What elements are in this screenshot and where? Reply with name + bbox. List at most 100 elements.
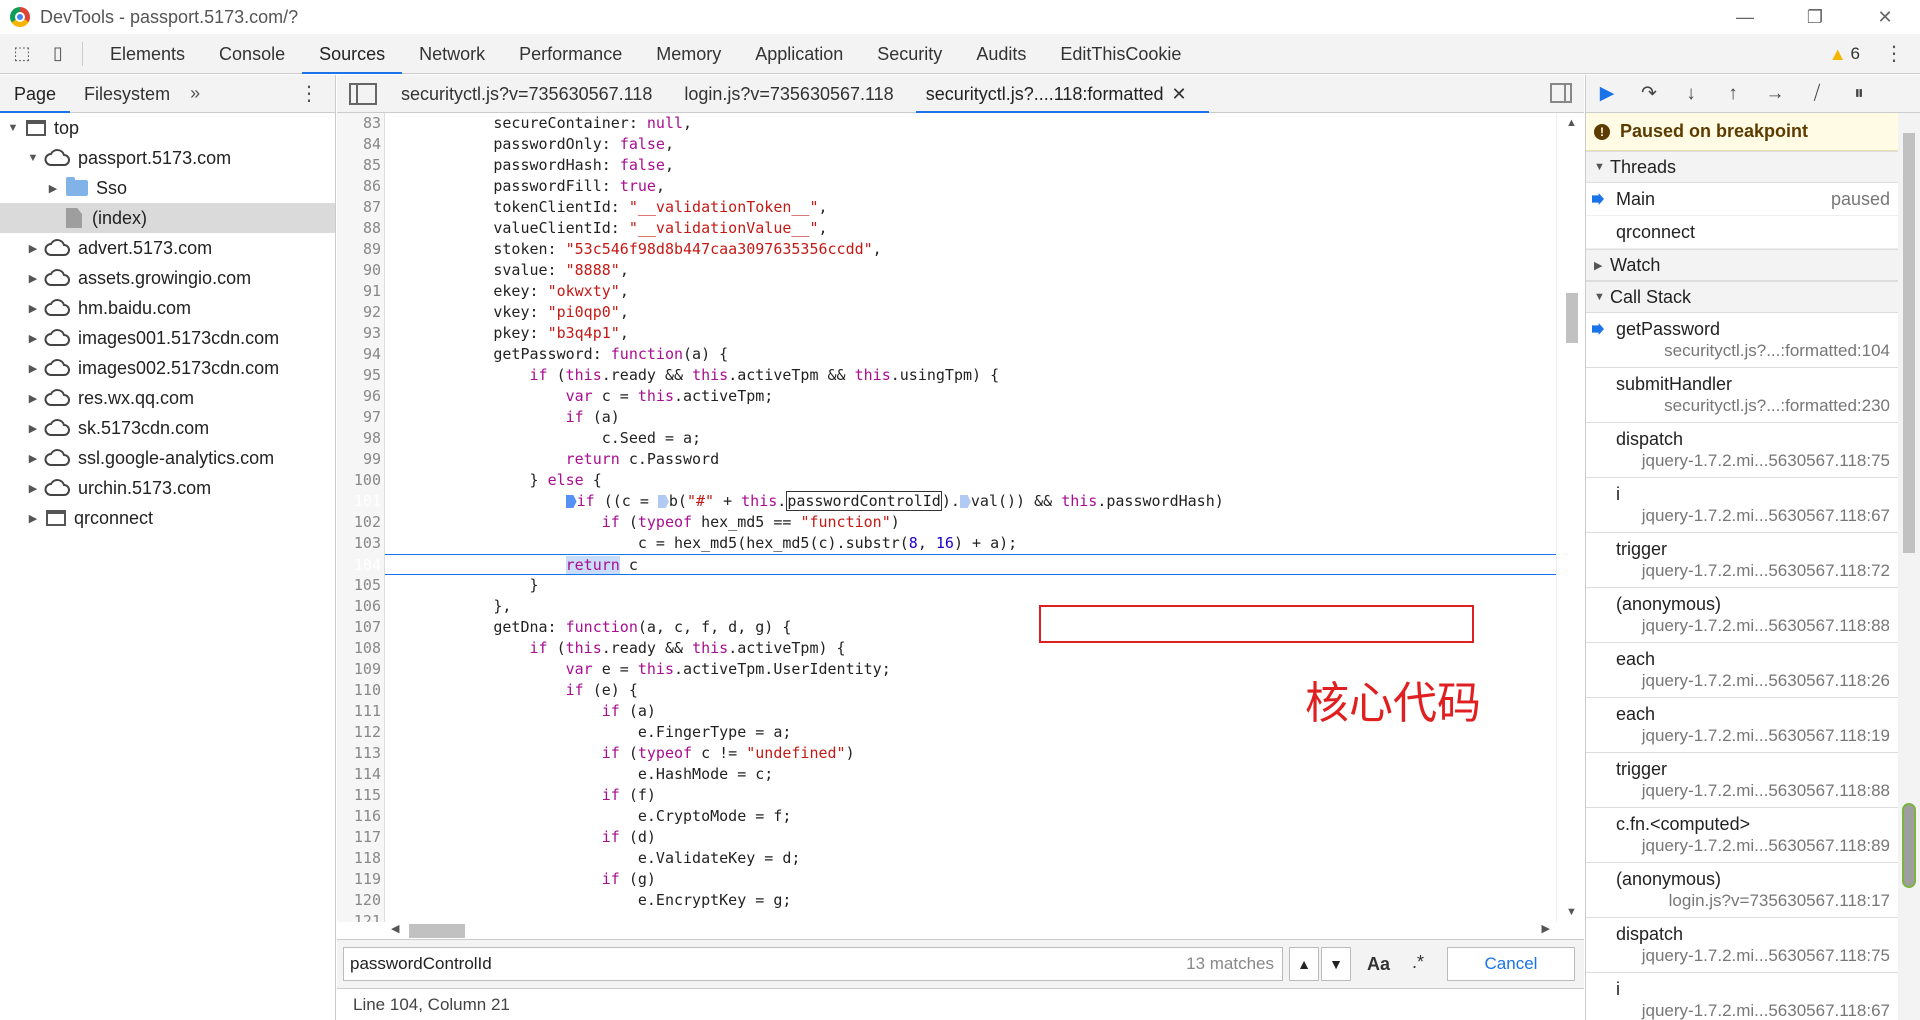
collapsed-icon[interactable]: ▶: [26, 272, 40, 285]
tab-sources[interactable]: Sources: [302, 34, 403, 74]
line-number[interactable]: 96: [337, 386, 381, 407]
restore-icon[interactable]: ❐: [1780, 0, 1850, 34]
call-frame[interactable]: dispatch jquery-1.7.2.mi...5630567.118:75: [1586, 918, 1920, 973]
line-number[interactable]: 84: [337, 134, 381, 155]
toggle-navigator-icon[interactable]: [349, 82, 377, 105]
line-number[interactable]: 93: [337, 323, 381, 344]
step-into-icon[interactable]: ↓: [1670, 75, 1712, 113]
device-toolbar-icon[interactable]: ▯: [44, 40, 72, 68]
collapsed-icon[interactable]: ▶: [46, 182, 60, 195]
code-line[interactable]: 97 if (a): [363, 407, 1556, 428]
code-line[interactable]: 103 c = hex_md5(hex_md5(c).substr(8, 16)…: [354, 533, 1556, 554]
code-line[interactable]: 88 valueClientId: "__validationValue__",: [363, 218, 1556, 239]
line-number[interactable]: 88: [337, 218, 381, 239]
line-number[interactable]: 114: [337, 764, 381, 785]
inspect-element-icon[interactable]: ⬚: [8, 40, 36, 68]
call-frame[interactable]: trigger jquery-1.7.2.mi...5630567.118:72: [1586, 533, 1920, 588]
frame-location[interactable]: jquery-1.7.2.mi...5630567.118:67: [1642, 506, 1890, 526]
match-case-button[interactable]: Aa: [1367, 954, 1390, 975]
scroll-up-icon[interactable]: ▲: [1566, 117, 1577, 129]
line-number[interactable]: 90: [337, 260, 381, 281]
frame-location[interactable]: securityctl.js?...:formatted:230: [1664, 396, 1890, 416]
tab-memory[interactable]: Memory: [639, 34, 738, 74]
line-number[interactable]: 86: [337, 176, 381, 197]
line-number[interactable]: 110: [337, 680, 381, 701]
tab-audits[interactable]: Audits: [959, 34, 1043, 74]
line-number[interactable]: 108: [337, 638, 381, 659]
toggle-debugger-icon[interactable]: [1550, 83, 1572, 103]
call-frame[interactable]: getPassword securityctl.js?...:formatted:…: [1586, 313, 1920, 368]
call-frame[interactable]: each jquery-1.7.2.mi...5630567.118:26: [1586, 643, 1920, 698]
navigator-menu-icon[interactable]: ⋮: [299, 75, 319, 113]
line-number[interactable]: 111: [337, 701, 381, 722]
line-number[interactable]: 116: [337, 806, 381, 827]
step-out-icon[interactable]: ↑: [1712, 75, 1754, 113]
more-tabs-icon[interactable]: »: [190, 83, 200, 104]
collapsed-icon[interactable]: ▶: [26, 302, 40, 315]
code-line[interactable]: 98 c.Seed = a;: [363, 428, 1556, 449]
tree-item[interactable]: ▶ advert.5173.com: [0, 233, 335, 263]
frame-location[interactable]: jquery-1.7.2.mi...5630567.118:75: [1642, 946, 1890, 966]
call-frame[interactable]: (anonymous) jquery-1.7.2.mi...5630567.118…: [1586, 588, 1920, 643]
hscroll-thumb[interactable]: [409, 924, 465, 938]
line-number[interactable]: 115: [337, 785, 381, 806]
line-number[interactable]: 118: [337, 848, 381, 869]
line-number[interactable]: 102: [337, 512, 381, 533]
code-line[interactable]: 105 }: [354, 575, 1556, 596]
devtools-menu-icon[interactable]: ⋮: [1884, 34, 1904, 74]
frame-location[interactable]: jquery-1.7.2.mi...5630567.118:72: [1642, 561, 1890, 581]
call-frame[interactable]: submitHandler securityctl.js?...:formatte…: [1586, 368, 1920, 423]
cancel-search-button[interactable]: Cancel: [1447, 947, 1575, 981]
code-line[interactable]: 94 getPassword: function(a) {: [363, 344, 1556, 365]
line-number[interactable]: 117: [337, 827, 381, 848]
call-frame[interactable]: i jquery-1.7.2.mi...5630567.118:67: [1586, 478, 1920, 533]
frame-location[interactable]: jquery-1.7.2.mi...5630567.118:88: [1642, 616, 1890, 636]
code-line[interactable]: 90 svalue: "8888",: [363, 260, 1556, 281]
editor-horizontal-scrollbar[interactable]: ◀ ▶: [385, 920, 1556, 940]
code-lines[interactable]: 83 secureContainer: null, 84 passwordOnly…: [354, 113, 1556, 922]
minimize-icon[interactable]: —: [1710, 0, 1780, 34]
collapsed-icon[interactable]: ▶: [26, 452, 40, 465]
code-line[interactable]: 118 e.ValidateKey = d;: [354, 848, 1556, 869]
tree-item[interactable]: ▶ Sso: [0, 173, 335, 203]
code-line[interactable]: 93 pkey: "b3q4p1",: [363, 323, 1556, 344]
code-line[interactable]: 95 if (this.ready && this.activeTpm && t…: [363, 365, 1556, 386]
code-line[interactable]: 115 if (f): [354, 785, 1556, 806]
line-number[interactable]: 109: [337, 659, 381, 680]
scroll-left-icon[interactable]: ◀: [391, 922, 399, 935]
line-number[interactable]: 94: [337, 344, 381, 365]
threads-section-header[interactable]: ▼ Threads: [1586, 151, 1920, 183]
frame-location[interactable]: securityctl.js?...:formatted:104: [1664, 341, 1890, 361]
line-number[interactable]: 119: [337, 869, 381, 890]
search-input[interactable]: passwordControlId 13 matches: [343, 947, 1283, 981]
tab-performance[interactable]: Performance: [502, 34, 639, 74]
step-over-icon[interactable]: ↷: [1628, 75, 1670, 113]
expanded-icon[interactable]: ▼: [6, 122, 20, 134]
code-line[interactable]: 86 passwordFill: true,: [363, 176, 1556, 197]
tree-item[interactable]: (index): [0, 203, 335, 233]
line-number[interactable]: 105: [337, 575, 381, 596]
tree-item[interactable]: ▶ images001.5173cdn.com: [0, 323, 335, 353]
scroll-right-icon[interactable]: ▶: [1542, 922, 1550, 935]
line-number[interactable]: 106: [337, 596, 381, 617]
collapsed-icon[interactable]: ▶: [26, 392, 40, 405]
next-match-button[interactable]: ▼: [1321, 947, 1351, 981]
call-frame[interactable]: i jquery-1.7.2.mi...5630567.118:67: [1586, 973, 1920, 1020]
collapsed-icon[interactable]: ▶: [26, 242, 40, 255]
code-line[interactable]: 89 stoken: "53c546f98d8b447caa3097635356…: [363, 239, 1556, 260]
resume-icon[interactable]: ▶: [1586, 75, 1628, 113]
line-number[interactable]: 85: [337, 155, 381, 176]
line-number[interactable]: 87: [337, 197, 381, 218]
line-number[interactable]: 103: [337, 533, 381, 554]
line-number[interactable]: 95: [337, 365, 381, 386]
code-line[interactable]: 102 if (typeof hex_md5 == "function"): [354, 512, 1556, 533]
tab-page[interactable]: Page: [0, 75, 71, 113]
frame-location[interactable]: jquery-1.7.2.mi...5630567.118:88: [1642, 781, 1890, 801]
scroll-thumb[interactable]: [1566, 293, 1578, 343]
code-line[interactable]: 120 e.EncryptKey = g;: [354, 890, 1556, 911]
thread-item[interactable]: qrconnect: [1586, 216, 1920, 249]
code-line[interactable]: 83 secureContainer: null,: [363, 113, 1556, 134]
regex-button[interactable]: .*: [1412, 952, 1424, 973]
collapsed-icon[interactable]: ▶: [26, 422, 40, 435]
code-line[interactable]: 116 e.CryptoMode = f;: [354, 806, 1556, 827]
